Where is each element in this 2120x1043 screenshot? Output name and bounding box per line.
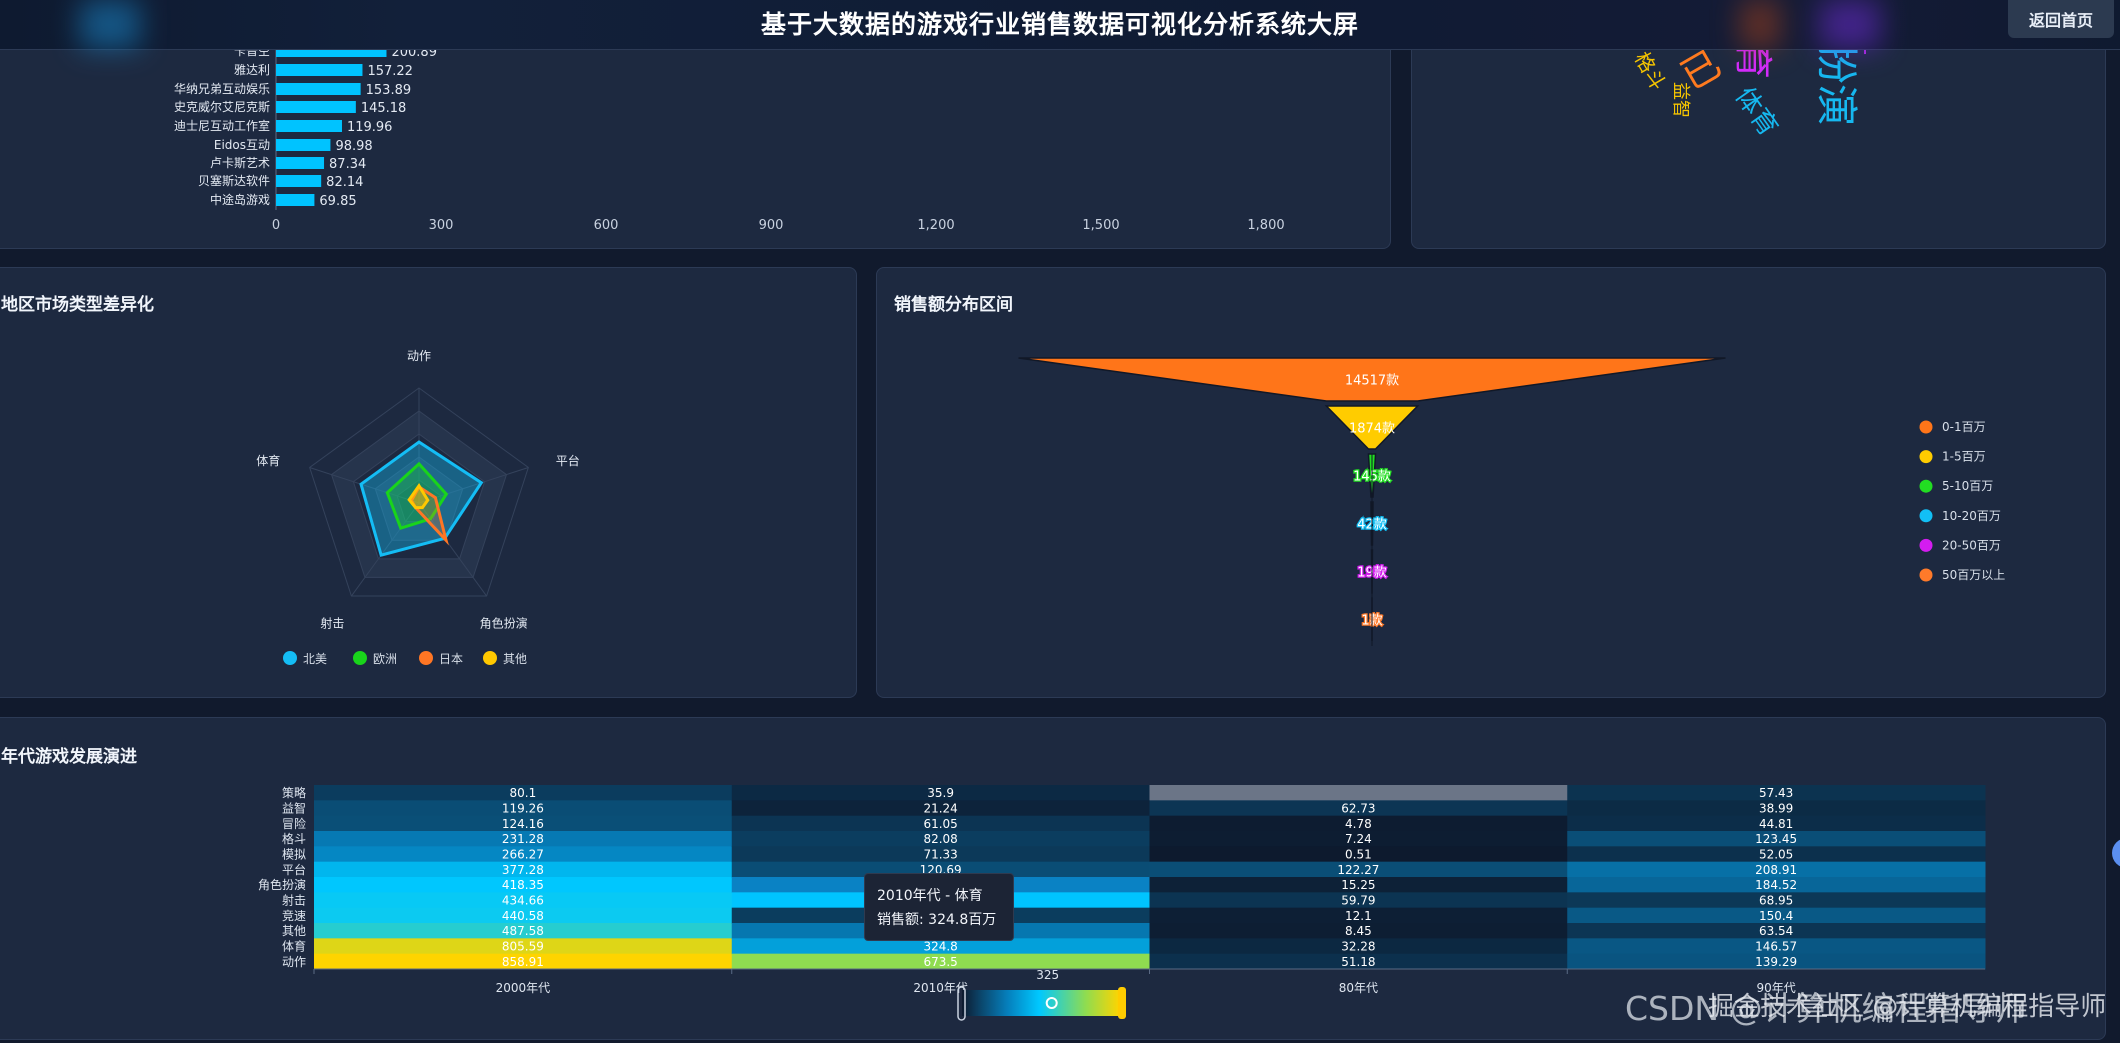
heatmap-cell-label: 119.26 (502, 802, 544, 816)
heatmap-row-label: 射击 (282, 893, 306, 908)
heatmap-cell-label: 146.57 (1755, 940, 1797, 954)
visual-map-bar[interactable] (962, 990, 1120, 1016)
heatmap-row-label: 益智 (282, 801, 306, 816)
heatmap-cell-label: 123.45 (1755, 832, 1797, 846)
visual-map-handle-max[interactable] (1118, 987, 1126, 1019)
heatmap-row-label: 竞速 (282, 909, 306, 923)
decade-genre-heatmap: 80.1 119.26124.16231.28 266.27377.28418.35… (0, 0, 2120, 1043)
heatmap-cell-label: 32.28 (1341, 940, 1375, 954)
heatmap-row-label: 动作 (282, 955, 306, 969)
heatmap-cell-label: 63.54 (1759, 924, 1793, 938)
page-title: 基于大数据的游戏行业销售数据可视化分析系统大屏 (0, 5, 2120, 41)
heatmap-col-label: 2000年代 (496, 981, 551, 995)
heatmap-cell-label: 68.95 (1759, 894, 1793, 908)
heatmap-cell-label: 61.05 (923, 817, 957, 831)
heatmap-cell-label: 38.99 (1759, 802, 1793, 816)
heatmap-row-label: 模拟 (282, 848, 306, 862)
heatmap-cell-label: 7.24 (1345, 832, 1372, 846)
heatmap-cell-label: 59.79 (1341, 894, 1375, 908)
heatmap-col-label: 80年代 (1339, 981, 1378, 995)
heatmap-cell-label: 21.24 (923, 802, 957, 816)
heatmap-cell-label: 124.16 (502, 817, 544, 831)
heatmap-row-label: 体育 (282, 939, 306, 954)
header-bar: 基于大数据的游戏行业销售数据可视化分析系统大屏 返回首页 (0, 0, 2120, 50)
heatmap-cell-label: 377.28 (502, 863, 544, 877)
heatmap-cell-label: 82.08 (923, 832, 957, 846)
heatmap-row-label: 角色扮演 (258, 877, 306, 892)
heatmap-cell (1150, 785, 1568, 801)
heatmap-cell-label: 673.5 (923, 955, 957, 969)
visual-map-value-label: 325 (1036, 968, 1059, 982)
heatmap-cell-label: 858.91 (502, 955, 544, 969)
heatmap-cell-label: 122.27 (1337, 863, 1379, 877)
back-home-button[interactable]: 返回首页 (2008, 0, 2114, 38)
heatmap-row-label: 格斗 (282, 831, 306, 846)
heatmap-cell-label: 150.4 (1759, 909, 1793, 923)
heatmap-cell-label: 51.18 (1341, 955, 1375, 969)
heatmap-cell-label: 231.28 (502, 832, 544, 846)
heatmap-cell-label: 8.45 (1345, 924, 1372, 938)
heatmap-cell-label: 184.52 (1755, 878, 1797, 892)
heatmap-cell-label: 12.1 (1345, 909, 1372, 923)
heatmap-cell-label: 35.9 (927, 786, 954, 800)
heatmap-cell-label: 52.05 (1759, 848, 1793, 862)
heatmap-cell-label: 208.91 (1755, 863, 1797, 877)
heatmap-cell-label: 62.73 (1341, 802, 1375, 816)
heatmap-row-label: 冒险 (282, 816, 306, 831)
tooltip-title: 2010年代 - 体育 (877, 884, 1001, 908)
heatmap-cell-label: 44.81 (1759, 817, 1793, 831)
heatmap-cell-label: 71.33 (923, 848, 957, 862)
heatmap-cell-label: 440.58 (502, 909, 544, 923)
heatmap-cell-label: 487.58 (502, 924, 544, 938)
heatmap-tooltip: 2010年代 - 体育 销售额: 324.8百万 (864, 873, 1014, 941)
heatmap-cell-label: 805.59 (502, 940, 544, 954)
heatmap-cell-label: 0.51 (1345, 848, 1372, 862)
watermark-juejin: 掘金技术社区 @计算机编程指导师 (1708, 986, 2106, 1023)
heatmap-cell-label: 15.25 (1341, 878, 1375, 892)
heatmap-cell-label: 80.1 (510, 786, 537, 800)
heatmap-cell-label: 4.78 (1345, 817, 1372, 831)
tooltip-value: 销售额: 324.8百万 (877, 908, 1001, 932)
heatmap-cell-label: 139.29 (1755, 955, 1797, 969)
heatmap-cell-label: 434.66 (502, 894, 544, 908)
heatmap-cell-label: 57.43 (1759, 786, 1793, 800)
heatmap-row-label: 策略 (282, 785, 306, 800)
heatmap-row-label: 其他 (282, 924, 306, 938)
heatmap-cell-label: 324.8 (923, 940, 957, 954)
heatmap-cell-label: 266.27 (502, 848, 544, 862)
heatmap-row-label: 平台 (282, 862, 306, 877)
heatmap-cell-label: 418.35 (502, 878, 544, 892)
